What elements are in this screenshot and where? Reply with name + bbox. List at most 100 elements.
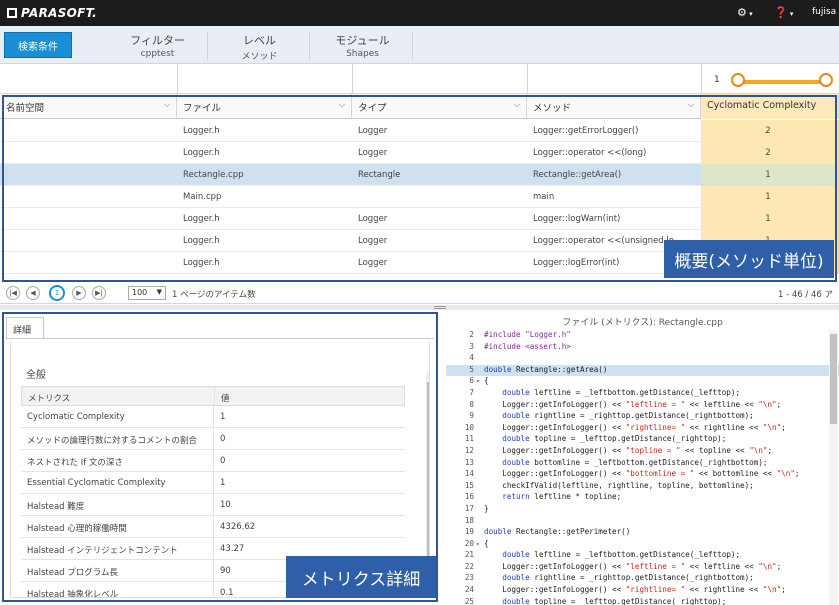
gear-icon[interactable]: ⚙ ▾ [737, 6, 753, 19]
line-number: 22 [464, 561, 474, 571]
column-header-namespace[interactable]: 名前空間 ⌵ [0, 94, 177, 119]
complexity-slider-max-handle[interactable] [819, 73, 833, 87]
column-header-file[interactable]: ファイル ⌵ [177, 94, 352, 119]
value-header[interactable]: 値 [214, 387, 406, 405]
line-number: 15 [464, 480, 474, 490]
complexity-slider-min-handle[interactable] [731, 73, 745, 87]
code-line: 16 return leftline * topline; [446, 492, 839, 504]
prev-page-button[interactable]: ◀ [26, 286, 40, 300]
line-source: double bottomline = _leftbottom.getDista… [502, 457, 768, 467]
row-edge [835, 186, 839, 208]
code-line: 10 Logger::getInfoLogger() << "rightline… [446, 423, 839, 435]
metric-header[interactable]: メトリクス [22, 387, 214, 405]
filter-group-value: cpptest [140, 49, 175, 59]
code-line: 15 checkIfValid(leftline, rightline, top… [446, 481, 839, 493]
chevron-down-icon[interactable]: ⌵ [164, 100, 170, 110]
filter-group-value: Shapes [346, 49, 379, 59]
table-row[interactable]: Rectangle.cpp Rectangle Rectangle::getArea… [0, 164, 839, 186]
filter-group-module[interactable]: モジュール Shapes [313, 32, 413, 60]
metrics-table-header: メトリクス 値 [21, 386, 405, 406]
table-row[interactable]: Logger.h Logger Logger::operator <<(long) 2 [0, 142, 839, 164]
page-size-select[interactable]: 100 ▼ [128, 286, 166, 300]
cell-type: Logger [358, 258, 388, 268]
column-header-type[interactable]: タイプ ⌵ [352, 94, 527, 119]
row-edge [835, 142, 839, 164]
row-edge [835, 208, 839, 230]
complexity-slider-track[interactable] [737, 80, 827, 84]
fold-toggle-icon[interactable]: ▾ [476, 541, 480, 548]
metric-name: Cyclomatic Complexity [27, 412, 125, 422]
metrics-row: Halstead 難度 10 [21, 494, 405, 516]
cell-file: Rectangle.cpp [183, 170, 244, 180]
code-line: 20 ▾ { [446, 539, 839, 551]
table-row[interactable]: Logger.h Logger Logger::logWarn(int) 1 [0, 208, 839, 230]
search-criteria-button[interactable]: 検索条件 [4, 32, 72, 58]
tab-details[interactable]: 詳細 [6, 317, 44, 339]
item-range: 1 - 46 / 46 ア [778, 290, 833, 300]
metric-value: 1 [213, 406, 405, 427]
current-page-button[interactable]: 1 [49, 285, 65, 301]
column-header-method[interactable]: メソッド ⌵ [527, 94, 701, 119]
column-header-label: メソッド [533, 103, 572, 114]
chevron-down-icon[interactable]: ⌵ [514, 100, 520, 110]
metric-value: 0 [213, 428, 405, 449]
metrics-row: Cyclomatic Complexity 1 [21, 406, 405, 428]
user-name[interactable]: fujisa [812, 7, 836, 17]
pager: |◀ ◀ 1 ▶ ▶| 100 ▼ 1 ページのアイテム数 1 - 46 / 4… [0, 282, 839, 304]
last-page-button[interactable]: ▶| [92, 286, 106, 300]
grid-header: 名前空間 ⌵ ファイル ⌵ タイプ ⌵ メソッド ⌵ Cyclomatic Co… [0, 94, 839, 119]
column-divider [177, 64, 178, 93]
chevron-down-icon[interactable]: ⌵ [339, 100, 345, 110]
cell-cyclomatic-complexity: 2 [701, 142, 835, 164]
next-page-button[interactable]: ▶ [72, 286, 86, 300]
metric-name: Halstead インテリジェントコンテント [27, 546, 178, 556]
cell-type: Rectangle [358, 170, 401, 180]
code-line: 18 [446, 516, 839, 528]
cell-method: Logger::logWarn(int) [533, 214, 621, 224]
column-divider [352, 64, 353, 93]
row-edge [835, 230, 839, 252]
line-number: 2 [469, 330, 474, 339]
cell-type: Logger [358, 148, 388, 158]
scrollbar-thumb[interactable] [830, 334, 837, 424]
parasoft-logo-icon [7, 8, 17, 18]
line-source: double Rectangle::getArea() [484, 364, 608, 374]
line-source: double leftline = _leftbottom.getDistanc… [502, 387, 741, 397]
line-source: } [484, 503, 489, 513]
line-source: Logger::getInfoLogger() << "topline = " … [484, 445, 773, 455]
splitter-grip-icon[interactable] [434, 306, 446, 309]
filter-group-level[interactable]: レベル メソッド [210, 32, 310, 62]
chevron-down-icon[interactable]: ⌵ [688, 100, 694, 110]
line-source: Logger::getInfoLogger() << "leftline = "… [484, 561, 782, 571]
line-source: Logger::getInfoLogger() << "rightline= "… [484, 422, 786, 432]
complexity-slider-min: 1 [714, 75, 720, 85]
first-page-button[interactable]: |◀ [6, 286, 20, 300]
code-line: 9 double rightline = _righttop.getDistan… [446, 411, 839, 423]
fold-toggle-icon[interactable]: ▾ [476, 378, 480, 385]
code-line: 11 double topline = _lefttop.getDistance… [446, 434, 839, 446]
cell-method: Logger::getErrorLogger() [533, 126, 639, 136]
metric-name: Halstead 難度 [27, 502, 85, 512]
code-line: 14 Logger::getInfoLogger() << "bottomlin… [446, 469, 839, 481]
line-source: Logger::getInfoLogger() << "leftline = "… [484, 399, 782, 409]
line-number: 25 [464, 596, 474, 605]
line-source: double rightline = _righttop.getDistance… [502, 411, 754, 421]
source-code-panel: ファイル (メトリクス): Rectangle.cpp 2 #include "L… [446, 312, 839, 605]
scrollbar-thumb[interactable] [427, 382, 429, 572]
help-icon[interactable]: ❓ ▾ [774, 6, 793, 19]
table-row[interactable]: Main.cpp main 1 [0, 186, 839, 208]
code-scrollbar[interactable] [829, 330, 838, 605]
line-number: 23 [464, 573, 474, 583]
filter-group-filter[interactable]: フィルター cpptest [108, 32, 208, 60]
column-header-cyclomatic-complexity[interactable]: Cyclomatic Complexity [701, 94, 839, 119]
line-source: Logger::getInfoLogger() << "bottomline =… [484, 469, 800, 479]
row-edge [835, 120, 839, 142]
panel-splitter[interactable] [0, 305, 839, 310]
table-row[interactable]: Logger.h Logger Logger::getErrorLogger() 2 [0, 120, 839, 142]
code-line: 22 Logger::getInfoLogger() << "leftline … [446, 562, 839, 574]
code-line: 13 double bottomline = _leftbottom.getDi… [446, 458, 839, 470]
column-header-label: Cyclomatic Complexity [707, 100, 817, 111]
line-number: 14 [464, 469, 474, 479]
metric-name: Essential Cyclomatic Complexity [27, 478, 166, 488]
metrics-row: Essential Cyclomatic Complexity 1 [21, 472, 405, 494]
